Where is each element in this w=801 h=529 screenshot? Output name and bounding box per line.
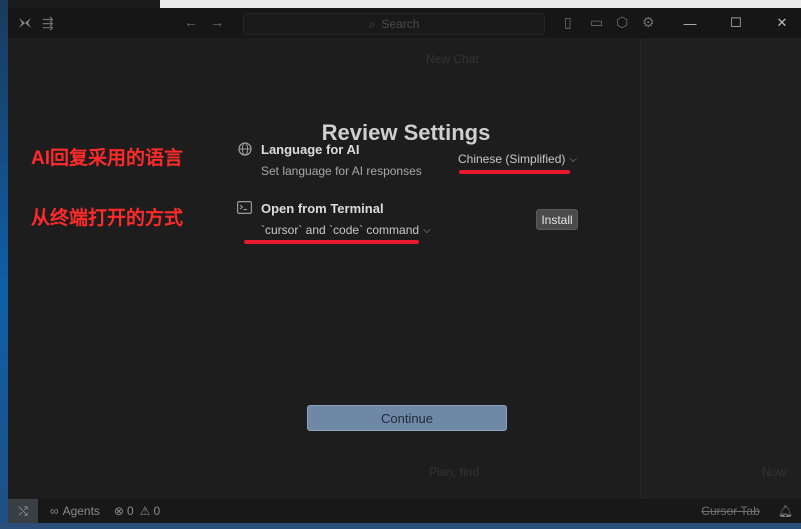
taskbar-strip [0, 523, 801, 529]
forward-arrow-icon[interactable]: → [210, 15, 224, 29]
terminal-select[interactable]: `cursor` and `code` command ⌵ [261, 223, 431, 237]
continue-button[interactable]: Continue [307, 405, 507, 431]
review-settings-dialog: Review Settings Language for AI Set lang… [160, 38, 652, 499]
language-subtitle: Set language for AI responses [261, 164, 422, 178]
language-select-value: Chinese (Simplified) [458, 152, 566, 166]
maximize-icon: ☐ [730, 15, 742, 30]
settings-icon[interactable]: ⚙ [642, 15, 655, 29]
search-input[interactable]: ⌕ Search [243, 13, 545, 35]
sidebar-toggle-icon[interactable]: ⇶ [42, 16, 54, 30]
language-underline [459, 170, 570, 174]
chevron-down-icon: ⌵ [569, 153, 577, 165]
desktop-background-left [0, 0, 8, 529]
search-icon: ⌕ [368, 16, 376, 31]
terminal-select-value: `cursor` and `code` command [261, 223, 420, 237]
terminal-icon [237, 201, 253, 219]
terminal-annotation: 从终端打开的方式 [31, 208, 184, 229]
desktop-background-top [160, 0, 801, 8]
notification-bell-icon[interactable]: 🔔︎ [778, 504, 793, 518]
terminal-underline [244, 240, 419, 244]
cursor-tab-label[interactable]: Cursor Tab [701, 504, 759, 518]
language-annotation: AI回复采用的语言 [31, 148, 184, 169]
terminal-title: Open from Terminal [261, 201, 384, 216]
install-button[interactable]: Install [536, 209, 578, 230]
close-button[interactable]: ✕ [759, 8, 801, 38]
warning-icon: ⚠ [139, 504, 151, 518]
search-placeholder: Search [381, 17, 420, 31]
status-bar: ⤭ ∞ Agents ⊗ 0 ⚠ 0 Cursor Tab 🔔︎ [8, 499, 801, 523]
minimize-icon: — [683, 15, 697, 31]
maximize-button[interactable]: ☐ [713, 8, 759, 38]
now-label: Now [762, 465, 787, 479]
error-count[interactable]: 0 [127, 504, 134, 518]
agents-icon: ∞ [50, 504, 59, 518]
chevron-down-icon: ⌵ [423, 224, 431, 236]
agents-label[interactable]: Agents [63, 504, 100, 518]
back-arrow-icon[interactable]: ← [184, 15, 198, 29]
page-title: Review Settings [321, 120, 491, 145]
language-title: Language for AI [261, 142, 360, 157]
cube-icon[interactable]: ⬡ [616, 15, 628, 29]
cursor-logo-icon [18, 16, 32, 32]
minimize-button[interactable]: — [667, 8, 713, 38]
chat-panel [640, 38, 801, 499]
remote-button[interactable]: ⤭ [8, 499, 38, 523]
title-bar: ⇶ ← → ⌕ Search ▯ ▭ ⬡ ⚙ — ☐ ✕ [8, 8, 801, 38]
layout-bottom-icon[interactable]: ▭ [590, 15, 603, 29]
close-icon: ✕ [776, 15, 788, 30]
error-icon: ⊗ [113, 504, 124, 518]
language-select[interactable]: Chinese (Simplified) ⌵ [458, 152, 577, 166]
warning-count[interactable]: 0 [153, 504, 160, 518]
layout-panel-icon[interactable]: ▯ [564, 15, 572, 29]
globe-icon [238, 142, 252, 161]
remote-icon: ⤭ [18, 503, 28, 518]
